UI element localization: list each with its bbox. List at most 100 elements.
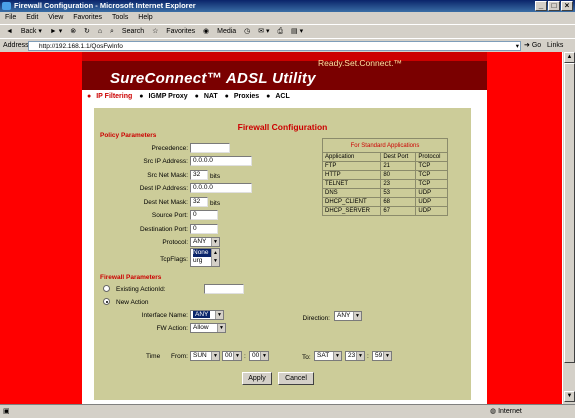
scroll-down-icon[interactable]: ▼: [564, 391, 575, 402]
listbox-scroll-icon[interactable]: ▲ ▼: [211, 249, 219, 266]
close-button[interactable]: ×: [561, 1, 573, 11]
table-cell: FTP: [321, 161, 382, 171]
time-from-label: From:: [171, 353, 188, 360]
src-mask-input[interactable]: 32: [190, 170, 208, 180]
go-button[interactable]: ➜ Go: [524, 41, 541, 51]
internet-zone: ◍ Internet: [490, 408, 522, 415]
table-cell: UDP: [415, 197, 448, 207]
src-ip-label: Src IP Address:: [143, 158, 188, 165]
favorites-button[interactable]: ☆ Favorites: [152, 28, 195, 35]
protocol-select[interactable]: ANY ▼: [190, 237, 220, 247]
table-cell: 67: [380, 206, 417, 216]
print-icon[interactable]: ⎙: [277, 28, 283, 35]
stop-icon[interactable]: ⊗: [70, 28, 76, 35]
tab-nat[interactable]: ● NAT: [195, 93, 218, 100]
protocol-label: Protocol:: [162, 239, 188, 246]
menu-tools[interactable]: Tools: [112, 14, 128, 21]
src-ip-input[interactable]: 0.0.0.0: [190, 156, 252, 166]
from-minute-select[interactable]: 00 ▼: [249, 351, 269, 361]
new-action-label: New Action: [116, 299, 149, 306]
dest-port-label: Destination Port:: [139, 226, 188, 233]
table-row: DNS 53 UDP: [321, 188, 448, 198]
tab-proxies[interactable]: ● Proxies: [225, 93, 260, 100]
src-mask-label: Src Net Mask:: [147, 172, 188, 179]
table-cell: HTTP: [321, 170, 382, 180]
menu-favorites[interactable]: Favorites: [73, 14, 102, 21]
left-red-panel: [0, 52, 82, 404]
minimize-button[interactable]: _: [535, 1, 547, 11]
table-cell: 68: [380, 197, 417, 207]
from-day-select[interactable]: SUN ▼: [190, 351, 220, 361]
address-bar: Address http://192.168.1.1/QosFwInfo ▾ ➜ …: [0, 38, 575, 52]
to-hour-select[interactable]: 23 ▼: [345, 351, 365, 361]
interface-select[interactable]: ANY ▼: [190, 310, 224, 320]
page-icon: ▣: [3, 408, 10, 415]
fw-action-label: FW Action:: [156, 325, 188, 332]
table-cell: DNS: [321, 188, 382, 198]
window-titlebar: Firewall Configuration - Microsoft Inter…: [0, 0, 575, 12]
from-hour-select[interactable]: 00 ▼: [222, 351, 242, 361]
right-red-panel: [487, 52, 562, 404]
home-icon[interactable]: ⌂: [98, 28, 102, 35]
existing-action-radio[interactable]: [103, 285, 110, 292]
page-title: Firewall Configuration: [237, 122, 328, 132]
menu-edit[interactable]: Edit: [26, 14, 38, 21]
direction-select[interactable]: ANY ▼: [334, 311, 362, 321]
address-label: Address: [3, 42, 29, 49]
menu-bar: File Edit View Favorites Tools Help: [0, 12, 575, 24]
tab-ip-filtering[interactable]: ● IP Filtering: [87, 93, 132, 100]
vertical-scrollbar[interactable]: ▲ ▼: [562, 52, 575, 404]
chevron-down-icon: ▼: [383, 352, 391, 360]
tab-acl[interactable]: ● ACL: [266, 93, 290, 100]
to-minute-select[interactable]: 59 ▼: [372, 351, 392, 361]
table-cell: TCP: [415, 179, 448, 189]
links-button[interactable]: Links: [547, 41, 563, 51]
mail-icon[interactable]: ✉ ▾: [258, 28, 269, 35]
chevron-down-icon: ▼: [260, 352, 268, 360]
existing-action-input[interactable]: [204, 284, 244, 294]
apply-button[interactable]: Apply: [242, 372, 272, 385]
media-button[interactable]: ◉ Media: [203, 28, 236, 35]
chevron-down-icon: ▼: [211, 352, 219, 360]
src-port-input[interactable]: 0: [190, 210, 218, 220]
table-cell: 23: [380, 179, 417, 189]
dest-port-input[interactable]: 0: [190, 224, 218, 234]
menu-file[interactable]: File: [5, 14, 16, 21]
dest-mask-label: Dest Net Mask:: [143, 199, 188, 206]
table-row: TELNET 23 TCP: [321, 179, 448, 189]
fw-action-select[interactable]: Allow ▼: [190, 323, 226, 333]
page-viewport: SureConnect™ ADSL Utility Ready.Set.Conn…: [0, 52, 562, 404]
history-icon[interactable]: ◷: [244, 28, 250, 35]
dropdown-arrow-icon[interactable]: ▾: [516, 42, 519, 51]
chevron-down-icon: ▼: [356, 352, 364, 360]
tcpflags-listbox[interactable]: None urg ▲ ▼: [190, 248, 220, 267]
maximize-button[interactable]: □: [548, 1, 560, 11]
src-port-label: Source Port:: [151, 212, 188, 219]
address-input[interactable]: http://192.168.1.1/QosFwInfo ▾: [28, 41, 521, 51]
scroll-up-icon[interactable]: ▲: [564, 52, 575, 63]
table-header-row: Application Dest Port Protocol: [321, 152, 448, 162]
cancel-button[interactable]: Cancel: [278, 372, 314, 385]
precedence-input[interactable]: [190, 143, 230, 153]
menu-view[interactable]: View: [48, 14, 63, 21]
tcpflags-option-none[interactable]: None: [193, 249, 211, 257]
nav-tabs: ● IP Filtering ● IGMP Proxy ● NAT ● Proxies …: [82, 90, 487, 104]
table-cell: 80: [380, 170, 417, 180]
edit-icon[interactable]: ▤ ▾: [291, 28, 303, 35]
new-action-radio[interactable]: [103, 298, 110, 305]
to-day-select[interactable]: SAT ▼: [314, 351, 342, 361]
back-button[interactable]: ◄ Back ▾: [6, 28, 42, 35]
search-button[interactable]: ⌕ Search: [110, 28, 144, 35]
refresh-icon[interactable]: ↻: [84, 28, 90, 35]
chevron-down-icon: ▼: [215, 311, 223, 319]
dest-ip-label: Dest IP Address:: [139, 185, 188, 192]
forward-button[interactable]: ► ▾: [50, 28, 62, 35]
time-separator: :: [244, 353, 246, 360]
dest-mask-input[interactable]: 32: [190, 197, 208, 207]
scroll-thumb[interactable]: [564, 63, 575, 363]
banner: SureConnect™ ADSL Utility Ready.Set.Conn…: [82, 52, 487, 90]
dest-ip-input[interactable]: 0.0.0.0: [190, 183, 252, 193]
table-cell: DHCP_CLIENT: [321, 197, 382, 207]
menu-help[interactable]: Help: [138, 14, 152, 21]
tab-igmp-proxy[interactable]: ● IGMP Proxy: [139, 93, 187, 100]
